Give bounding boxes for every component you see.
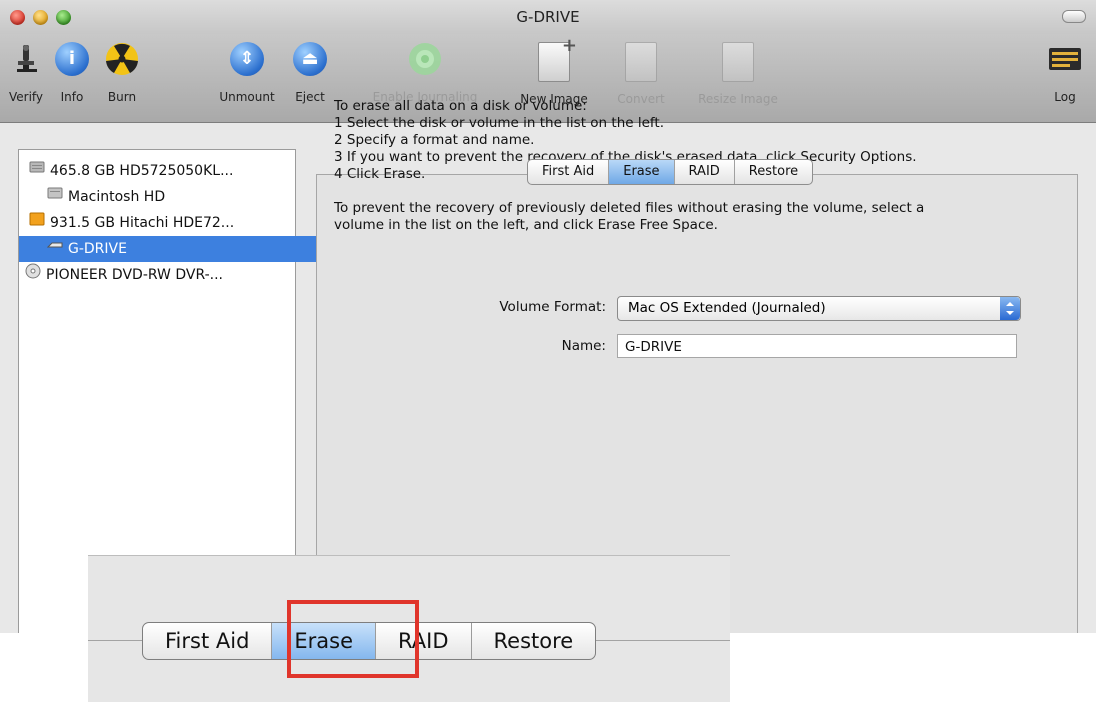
tab-first-aid[interactable]: First Aid (528, 160, 610, 184)
microscope-icon (9, 42, 43, 76)
info-icon: i (55, 42, 89, 76)
external-disk-icon (29, 210, 45, 236)
journaling-icon (408, 42, 442, 76)
eject-button[interactable]: ⏏ Eject (288, 42, 332, 104)
log-button[interactable]: Log (1040, 42, 1090, 104)
free-space-note: To prevent the recovery of previously de… (334, 200, 925, 216)
disk-icon (29, 158, 45, 184)
tab-restore[interactable]: Restore (735, 160, 812, 184)
sidebar-item-label: Macintosh HD (68, 189, 166, 205)
erase-intro: To erase all data on a disk or volume: (334, 98, 587, 114)
volume-icon (46, 236, 63, 262)
unmount-icon: ⇕ (230, 42, 264, 76)
erase-step: 2 Specify a format and name. (334, 132, 535, 148)
sidebar-item-label: PIONEER DVD-RW DVR-... (46, 267, 224, 283)
toolbar-toggle-button[interactable] (1062, 10, 1086, 23)
sidebar-item-external-disk[interactable]: 931.5 GB Hitachi HDE72... (19, 210, 305, 236)
zoomed-tab-restore[interactable]: Restore (472, 623, 596, 659)
convert-icon (625, 42, 657, 82)
convert-button[interactable]: Convert (606, 42, 676, 106)
log-icon (1048, 42, 1082, 76)
new-image-button[interactable]: + New Image (508, 35, 600, 106)
tab-raid[interactable]: RAID (675, 160, 735, 184)
volume-format-select[interactable]: Mac OS Extended (Journaled) (617, 296, 1021, 321)
volume-format-label: Volume Format: (499, 299, 606, 315)
sidebar-item-g-drive[interactable]: G-DRIVE (19, 236, 323, 262)
sidebar-item-label: G-DRIVE (68, 241, 127, 257)
sidebar-item-dvd-drive[interactable]: PIONEER DVD-RW DVR-... (19, 262, 301, 288)
sidebar-item-macintosh-hd[interactable]: Macintosh HD (19, 184, 323, 210)
tab-bar: First Aid Erase RAID Restore (527, 159, 814, 185)
title-bar: G-DRIVE (0, 0, 1096, 34)
eject-icon: ⏏ (293, 42, 327, 76)
resize-image-button[interactable]: Resize Image (684, 42, 792, 106)
sidebar-item-internal-disk[interactable]: 465.8 GB HD5725050KL... (19, 158, 305, 184)
name-field[interactable]: G-DRIVE (617, 334, 1017, 358)
disk-utility-window: G-DRIVE Verify i Info Burn ⇕ Unmount ⏏ E… (0, 0, 1096, 633)
erase-highlight-box (287, 600, 419, 678)
sidebar-item-label: 931.5 GB Hitachi HDE72... (50, 215, 235, 231)
volume-icon (47, 184, 63, 210)
burn-button[interactable]: Burn (100, 42, 144, 104)
verify-label: Verify (8, 90, 44, 104)
free-space-note: volume in the list on the left, and clic… (334, 217, 718, 233)
tab-erase[interactable]: Erase (609, 160, 675, 184)
burn-label: Burn (107, 90, 137, 104)
volume-format-value: Mac OS Extended (Journaled) (628, 300, 826, 316)
info-button[interactable]: i Info (50, 42, 94, 104)
zoomed-tab-callout: First Aid Erase RAID Restore (88, 555, 730, 702)
eject-label: Eject (295, 90, 325, 104)
enable-journaling-button[interactable]: Enable Journaling (352, 42, 498, 104)
zoomed-tab-first-aid[interactable]: First Aid (143, 623, 273, 659)
burn-icon (105, 42, 139, 76)
sidebar-item-label: 465.8 GB HD5725050KL... (50, 163, 234, 179)
new-image-icon: + (538, 35, 577, 82)
resize-image-icon (722, 42, 754, 82)
verify-button[interactable]: Verify (4, 42, 48, 104)
name-label: Name: (561, 338, 606, 354)
window-title: G-DRIVE (516, 8, 580, 26)
unmount-label: Unmount (219, 90, 275, 104)
erase-step: 1 Select the disk or volume in the list … (334, 115, 665, 131)
info-label: Info (60, 90, 84, 104)
optical-drive-icon (25, 262, 41, 288)
chevron-up-down-icon (1000, 297, 1020, 320)
unmount-button[interactable]: ⇕ Unmount (205, 42, 289, 104)
